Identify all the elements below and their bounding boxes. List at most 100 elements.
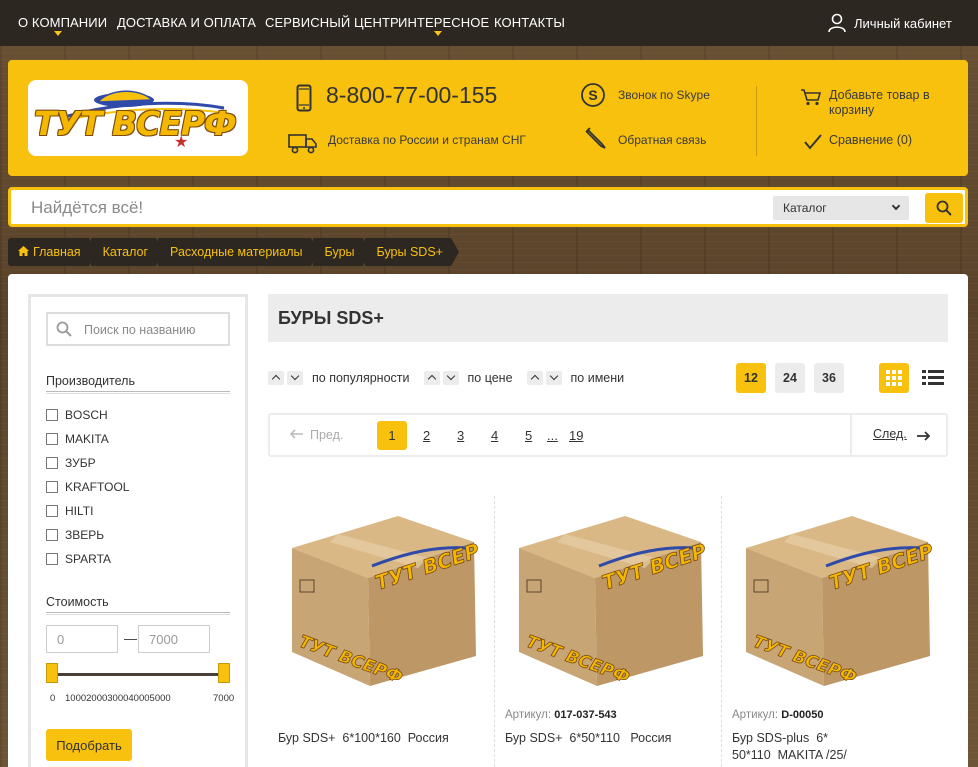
brand-filter-makita[interactable]: MAKITA <box>46 432 109 446</box>
brand-filter-kraftool[interactable]: KRAFTOOL <box>46 480 129 494</box>
feedback-link[interactable]: Обратная связь <box>618 133 706 147</box>
page-19[interactable]: 19 <box>569 428 583 443</box>
checkbox[interactable] <box>46 457 58 469</box>
sort-asc-button[interactable] <box>526 371 543 385</box>
search-button[interactable] <box>925 193 963 223</box>
page-1[interactable]: 1 <box>377 421 407 450</box>
compare-link[interactable]: Сравнение (0) <box>829 133 912 147</box>
sort-desc-button[interactable] <box>287 371 303 385</box>
brand-label: BOSCH <box>65 408 108 422</box>
divider <box>46 391 230 394</box>
sort-asc-button[interactable] <box>268 371 284 385</box>
page-ellipsis[interactable]: ... <box>547 428 558 443</box>
chevron-down-icon <box>434 31 442 36</box>
checkbox[interactable] <box>46 433 58 445</box>
nav-delivery[interactable]: ДОСТАВКА И ОПЛАТА <box>117 15 256 30</box>
account-label: Личный кабинет <box>854 15 952 31</box>
nav-service[interactable]: СЕРВИСНЫЙ ЦЕНТР <box>265 15 399 30</box>
list-view-button[interactable] <box>918 363 948 393</box>
divider <box>46 612 230 615</box>
nav-about[interactable]: О КОМПАНИИ <box>18 15 107 30</box>
grid-view-button[interactable] <box>879 363 909 393</box>
checkbox[interactable] <box>46 505 58 517</box>
product-card[interactable]: ТУТ ВСЕРФ ТУТ ВСЕРФ Бур SDS+ 6*100*160 Р… <box>268 496 494 767</box>
filter-search-input[interactable]: Поиск по названию <box>46 312 230 346</box>
search-input[interactable]: Найдётся всё! <box>31 198 143 218</box>
skype-call-link[interactable]: Звонок по Skype <box>618 88 710 102</box>
brand-filter-zubr[interactable]: ЗУБР <box>46 456 96 470</box>
breadcrumb-consumables[interactable]: Расходные материалы <box>158 238 319 266</box>
breadcrumb-catalog[interactable]: Каталог <box>90 238 165 266</box>
page-title: БУРЫ SDS+ <box>278 308 384 328</box>
brand-filter-zver[interactable]: ЗВЕРЬ <box>46 528 104 542</box>
sort-popularity[interactable]: по популярности <box>312 371 410 385</box>
page-3[interactable]: 3 <box>457 428 464 443</box>
truck-icon <box>288 134 317 154</box>
per-page-24[interactable]: 24 <box>775 363 805 393</box>
price-slider-max-handle[interactable] <box>218 663 230 683</box>
sort-price[interactable]: по цене <box>468 371 513 385</box>
checkbox[interactable] <box>46 409 58 421</box>
next-page-label: След. <box>873 427 907 441</box>
phone-number[interactable]: 8-800-77-00-155 <box>326 82 497 109</box>
checkbox[interactable] <box>46 553 58 565</box>
prev-page-label: Пред. <box>310 428 344 442</box>
site-search: Найдётся всё! Каталог <box>8 187 968 227</box>
page-2[interactable]: 2 <box>423 428 430 443</box>
price-max-input[interactable]: 7000 <box>138 625 210 653</box>
brand-filter-hilti[interactable]: HILTI <box>46 504 93 518</box>
sort-name[interactable]: по имени <box>571 371 625 385</box>
sort-bar: по популярности по цене по имени <box>268 370 624 386</box>
cart-line-2: корзину <box>829 103 875 117</box>
page-5[interactable]: 5 <box>525 428 532 443</box>
cart-line-1: Добавьте товар в <box>829 88 930 102</box>
logo-text: ТУТ ВСЕРФ <box>34 104 237 143</box>
site-header: ТУТ ВСЕРФ ★ 8-800-77-00-155 Доставка по … <box>8 60 968 176</box>
sort-asc-button[interactable] <box>423 371 440 385</box>
sort-desc-button[interactable] <box>545 371 562 385</box>
product-image[interactable]: ТУТ ВСЕРФ ТУТ ВСЕРФ <box>505 506 705 691</box>
breadcrumb-home[interactable]: Главная <box>8 238 97 266</box>
page-4[interactable]: 4 <box>491 428 498 443</box>
logo[interactable]: ТУТ ВСЕРФ ★ <box>28 80 248 156</box>
user-icon <box>828 13 846 33</box>
account-link[interactable]: Личный кабинет <box>828 13 952 33</box>
apply-filter-button[interactable]: Подобрать <box>46 729 132 761</box>
brand-filter-sparta[interactable]: SPARTA <box>46 552 111 566</box>
next-page-button[interactable]: След. <box>850 415 948 455</box>
filter-sidebar: Поиск по названию Производитель BOSCH MA… <box>28 294 248 767</box>
category-select-value: Каталог <box>783 201 827 215</box>
nav-interesting[interactable]: ИНТЕРЕСНОЕ <box>398 15 489 30</box>
price-slider-track[interactable] <box>50 673 226 676</box>
product-image[interactable]: ТУТ ВСЕРФ ТУТ ВСЕРФ <box>278 506 478 691</box>
brand-filter-bosch[interactable]: BOSCH <box>46 408 108 422</box>
brand-label: ЗУБР <box>65 456 96 470</box>
nav-contacts[interactable]: КОНТАКТЫ <box>494 15 565 30</box>
brand-label: SPARTA <box>65 552 112 566</box>
breadcrumb-home-label: Главная <box>33 245 81 259</box>
brand-label: KRAFTOOL <box>65 480 130 494</box>
delivery-info: Доставка по России и странам СНГ <box>328 133 526 147</box>
pagination: Пред. 1 2 3 4 5 ... 19 След. <box>268 413 948 457</box>
product-name[interactable]: Бур SDS-plus 6* 50*110 MAKITA /25/ <box>732 730 932 764</box>
breadcrumb-drills[interactable]: Буры <box>312 238 371 266</box>
category-select[interactable]: Каталог <box>773 196 909 220</box>
slider-min-label: 0 <box>50 693 56 704</box>
slider-max-label: 7000 <box>213 693 235 704</box>
checkbox[interactable] <box>46 481 58 493</box>
arrow-left-icon <box>289 429 303 439</box>
checkbox[interactable] <box>46 529 58 541</box>
product-image[interactable]: ТУТ ВСЕРФ ТУТ ВСЕРФ <box>732 506 932 691</box>
price-min-input[interactable]: 0 <box>46 625 118 653</box>
product-name[interactable]: Бур SDS+ 6*50*110 Россия <box>505 730 705 747</box>
product-card[interactable]: ТУТ ВСЕРФ ТУТ ВСЕРФ Артикул: 017-037-543… <box>494 496 720 767</box>
product-card[interactable]: ТУТ ВСЕРФ ТУТ ВСЕРФ Артикул: D-00050 Бур… <box>721 496 947 767</box>
sort-desc-button[interactable] <box>442 371 459 385</box>
product-name[interactable]: Бур SDS+ 6*100*160 Россия <box>278 730 478 747</box>
per-page-36[interactable]: 36 <box>814 363 844 393</box>
per-page-12[interactable]: 12 <box>736 363 766 393</box>
chevron-down-icon <box>54 31 62 36</box>
cart-link[interactable]: Добавьте товар в корзину <box>829 88 930 118</box>
price-slider-min-handle[interactable] <box>46 663 58 683</box>
star-icon: ★ <box>174 134 189 151</box>
